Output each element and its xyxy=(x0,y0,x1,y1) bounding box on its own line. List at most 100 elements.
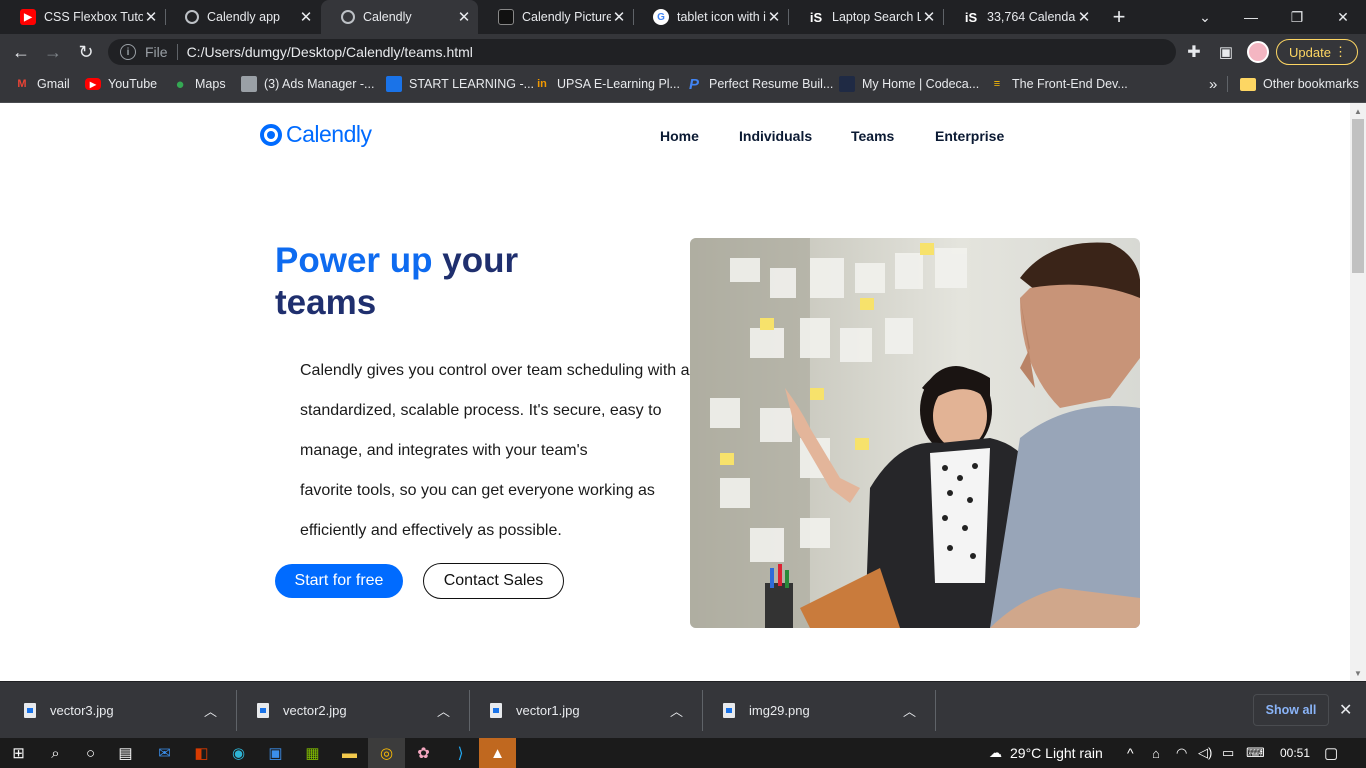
chrome-icon[interactable]: ◎ xyxy=(368,738,405,768)
folder-icon xyxy=(1240,77,1256,91)
bookmark-resume[interactable]: P Perfect Resume Buil... xyxy=(686,70,833,98)
hero-photo xyxy=(690,238,1140,628)
office-icon[interactable]: ◧ xyxy=(183,738,220,768)
bookmark-ads-manager[interactable]: (3) Ads Manager -... xyxy=(241,70,374,98)
download-filename: vector2.jpg xyxy=(283,703,347,718)
vscode-icon[interactable]: ⟩ xyxy=(442,738,479,768)
profile-avatar[interactable] xyxy=(1244,38,1272,66)
address-bar[interactable]: i File C:/Users/dumgy/Desktop/Calendly/t… xyxy=(108,39,1176,65)
forward-arrow-icon[interactable]: → xyxy=(39,38,67,66)
clock-time[interactable]: 00:51 xyxy=(1280,738,1310,768)
bookmark-start-learning[interactable]: START LEARNING -... xyxy=(386,70,534,98)
tab-search-icon[interactable]: ⌄ xyxy=(1182,0,1228,34)
edge-browser-icon[interactable]: ◉ xyxy=(220,738,257,768)
reload-icon[interactable]: ↻ xyxy=(72,38,100,66)
nav-teams[interactable]: Teams xyxy=(851,128,894,144)
close-tab-icon[interactable]: ✕ xyxy=(298,8,314,26)
calendly-logo[interactable]: Calendly xyxy=(260,121,372,148)
close-tab-icon[interactable]: ✕ xyxy=(456,8,472,26)
download-item[interactable]: vector1.jpg ︿ xyxy=(466,682,699,739)
close-window-icon[interactable]: ✕ xyxy=(1320,0,1366,34)
codecademy-icon xyxy=(839,76,855,92)
nav-enterprise[interactable]: Enterprise xyxy=(935,128,1004,144)
bookmark-codecademy[interactable]: My Home | Codeca... xyxy=(839,70,979,98)
office-hub-icon[interactable]: ▦ xyxy=(294,738,331,768)
chevron-up-icon[interactable]: ︿ xyxy=(670,701,683,720)
unsplash-icon xyxy=(498,9,514,25)
bookmarks-overflow-button[interactable]: » xyxy=(1209,70,1217,98)
tab-calendar-images[interactable]: iS 33,764 Calendar I ✕ xyxy=(943,0,1098,34)
store-icon[interactable]: ▣ xyxy=(257,738,294,768)
cortana-icon[interactable]: ○ xyxy=(72,738,109,768)
windows-start-icon[interactable]: ⊞ xyxy=(0,738,37,768)
side-panel-icon[interactable]: ▣ xyxy=(1212,38,1240,66)
photos-icon[interactable]: ▲ xyxy=(479,738,516,768)
close-tab-icon[interactable]: ✕ xyxy=(921,8,937,26)
other-bookmarks[interactable]: Other bookmarks xyxy=(1240,70,1359,98)
show-all-button[interactable]: Show all xyxy=(1253,694,1329,726)
bookmark-youtube[interactable]: ▶ YouTube xyxy=(85,70,157,98)
new-tab-button[interactable]: + xyxy=(1097,0,1141,34)
bookmark-gmail[interactable]: M Gmail xyxy=(14,70,69,98)
close-downloads-icon[interactable]: ✕ xyxy=(1339,700,1352,720)
scroll-down-icon[interactable]: ▼ xyxy=(1354,669,1362,678)
paragraph-line: favorite tools, so you can get everyone … xyxy=(300,482,655,499)
wifi-icon[interactable]: ◠ xyxy=(1176,738,1187,768)
tab-calendly-pictures[interactable]: Calendly Pictures ✕ xyxy=(478,0,633,34)
tab-css-flexbox[interactable]: ▶ CSS Flexbox Tutorial ✕ xyxy=(0,0,165,34)
scroll-up-icon[interactable]: ▲ xyxy=(1354,107,1362,116)
tab-laptop-search[interactable]: iS Laptop Search Link ✕ xyxy=(788,0,943,34)
url-text[interactable]: C:/Users/dumgy/Desktop/Calendly/teams.ht… xyxy=(187,44,473,60)
istock-icon: iS xyxy=(964,9,978,25)
download-item[interactable]: img29.png ︿ xyxy=(699,682,932,739)
page-scrollbar[interactable]: ▲ ▼ xyxy=(1350,103,1366,681)
nav-individuals[interactable]: Individuals xyxy=(739,128,812,144)
team-meeting-image xyxy=(690,238,1140,628)
mail-app-icon[interactable]: ✉ xyxy=(146,738,183,768)
chevron-up-icon[interactable]: ︿ xyxy=(437,701,450,720)
bookmarks-bar: M Gmail ▶ YouTube ● Maps (3) Ads Manager… xyxy=(0,70,1366,103)
network-icon[interactable]: ⌂ xyxy=(1152,738,1160,768)
close-tab-icon[interactable]: ✕ xyxy=(1076,8,1092,26)
start-for-free-button[interactable]: Start for free xyxy=(275,564,403,598)
paragraph-line: Calendly gives you control over team sch… xyxy=(300,362,690,379)
youtube-icon: ▶ xyxy=(85,78,101,90)
download-item[interactable]: vector3.jpg ︿ xyxy=(0,682,233,739)
youtube-icon: ▶ xyxy=(20,9,36,25)
notifications-icon[interactable]: ▢ xyxy=(1324,738,1338,768)
weather-widget[interactable]: ☁ 29°C Light rain xyxy=(989,738,1103,768)
menu-kebab-icon: ⋮ xyxy=(1334,44,1347,59)
download-filename: img29.png xyxy=(749,703,810,718)
show-hidden-icons-chevron-icon[interactable]: ^ xyxy=(1127,738,1134,768)
tab-tablet-icon[interactable]: G tablet icon with in ✕ xyxy=(633,0,788,34)
search-icon[interactable]: ⌕ xyxy=(37,738,74,768)
battery-icon[interactable]: ▭ xyxy=(1222,738,1234,768)
minimize-icon[interactable]: — xyxy=(1228,0,1274,34)
tab-calendly[interactable]: Calendly ✕ xyxy=(321,0,478,34)
restore-icon[interactable]: ❐ xyxy=(1274,0,1320,34)
nav-home[interactable]: Home xyxy=(660,128,699,144)
chevron-up-icon[interactable]: ︿ xyxy=(204,701,217,720)
download-filename: vector1.jpg xyxy=(516,703,580,718)
chevron-up-icon[interactable]: ︿ xyxy=(903,701,916,720)
bookmark-upsa[interactable]: in UPSA E-Learning Pl... xyxy=(534,70,680,98)
update-button[interactable]: Update ⋮ xyxy=(1276,39,1358,65)
keyboard-icon[interactable]: ⌨ xyxy=(1246,738,1265,768)
tab-calendly-app[interactable]: Calendly app ✕ xyxy=(165,0,320,34)
info-icon[interactable]: i xyxy=(120,44,136,60)
contact-sales-button[interactable]: Contact Sales xyxy=(423,563,564,599)
download-item[interactable]: vector2.jpg ︿ xyxy=(233,682,466,739)
task-view-icon[interactable]: ▤ xyxy=(107,738,144,768)
bookmark-frontend-dev[interactable]: ≡ The Front-End Dev... xyxy=(989,70,1128,98)
figma-icon[interactable]: ✿ xyxy=(405,738,442,768)
close-tab-icon[interactable]: ✕ xyxy=(143,8,159,26)
volume-icon[interactable]: ◁) xyxy=(1198,738,1212,768)
extensions-puzzle-icon[interactable]: ✚ xyxy=(1180,38,1208,66)
tab-strip: ▶ CSS Flexbox Tutorial ✕ Calendly app ✕ … xyxy=(0,0,1366,34)
close-tab-icon[interactable]: ✕ xyxy=(611,8,627,26)
file-explorer-icon[interactable]: ▬ xyxy=(331,738,368,768)
close-tab-icon[interactable]: ✕ xyxy=(766,8,782,26)
bookmark-maps[interactable]: ● Maps xyxy=(172,70,225,98)
scrollbar-thumb[interactable] xyxy=(1352,119,1364,273)
back-arrow-icon[interactable]: ← xyxy=(7,38,35,66)
